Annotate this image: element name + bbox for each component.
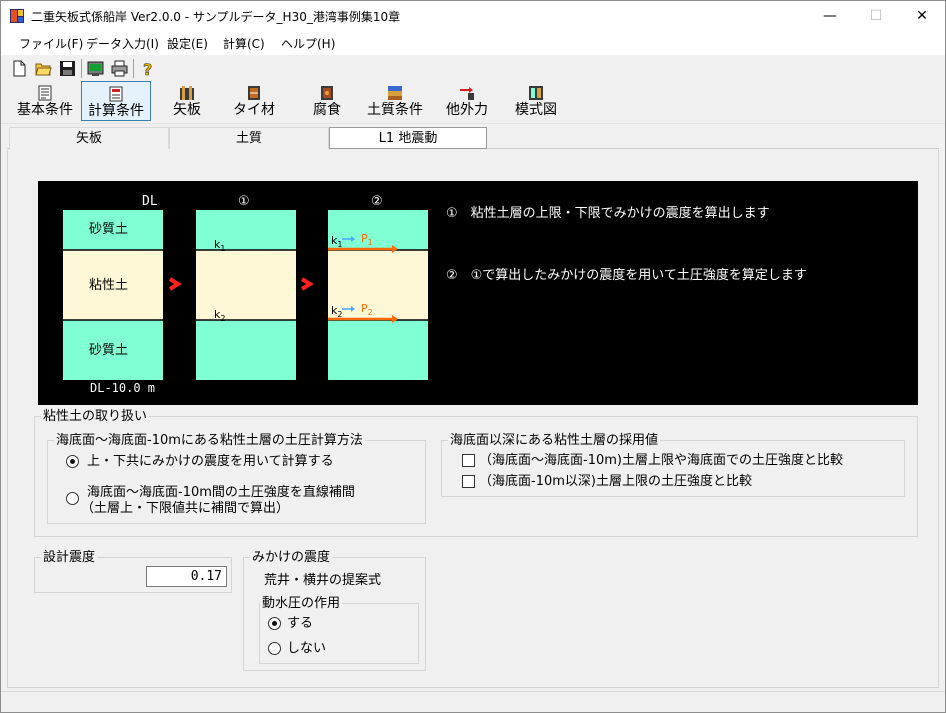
print-icon[interactable] [111,60,128,77]
schematic-label: 模式図 [515,102,557,118]
dl-top-label: DL [142,194,158,209]
sheet-pile-button[interactable]: 矢板 [167,81,207,121]
radio-hydro-no-label[interactable]: しない [287,641,326,656]
schematic-button[interactable]: 模式図 [511,81,561,121]
apparent-seismic-title: みかけの震度 [250,550,333,565]
radio-hydro-no[interactable] [268,642,281,655]
col2-sand-bottom [196,320,296,380]
checkbox-compare-upper-label[interactable]: （海底面～海底面-10m)土層上限や海底面での土圧強度と比較 [479,453,843,468]
app-icon [10,9,24,23]
k1-label-col3: k1 [331,234,343,250]
col3-sand-top [328,210,428,250]
calc-sheet-icon [109,86,123,102]
calc-conditions-label: 計算条件 [88,103,144,119]
sand-label-top: 砂質土 [89,222,129,237]
tie-rod-label: タイ材 [233,102,275,118]
p1-label: P1 [361,232,373,248]
checkbox-compare-upper[interactable] [462,454,475,467]
arrow-right-icon [168,277,182,291]
window-title: 二重矢板式係船岸 Ver2.0.0 - サンプルデータ_H30_港湾事例集10章 [31,10,401,24]
menu-data-input[interactable]: データ入力(I) [86,35,159,52]
radio-linear-interpolation[interactable] [66,492,79,505]
menu-calculate[interactable]: 計算(C) [223,35,265,52]
tab-strip: 矢板 土質 L1 地震動 [7,127,939,149]
soil-icon [388,86,402,100]
main-toolbar: 基本条件 計算条件 矢板 タイ材 腐食 土質条件 他外力 模式図 [1,81,945,124]
sand-label-bottom: 砂質土 [89,343,129,358]
radio-hydro-yes[interactable] [268,617,281,630]
diagram-note-1: ① 粘性土層の上限・下限でみかけの震度を算出します [446,206,770,221]
radio-linear-interpolation-sublabel: （土層上・下限値共に補間で算出） [81,501,290,516]
small-toolbar: ? [1,55,945,81]
checkbox-compare-deep-label[interactable]: （海底面-10m以深)土層上限の土圧強度と比較 [479,474,752,489]
clay-handling-title: 粘性土の取り扱い [41,409,150,424]
k1-label-col2: k1 [214,238,226,254]
schematic-icon [529,86,543,100]
radio-apparent-seismic[interactable] [66,455,79,468]
status-bar [1,691,945,712]
menu-bar: ファイル(F) データ入力(I) 設定(E) 計算(C) ヘルプ(H) [1,31,945,55]
checkbox-compare-deep[interactable] [462,475,475,488]
diagram-note-2: ② ①で算出したみかけの震度を用いて土圧強度を算定します [446,268,807,283]
document-icon [38,85,52,101]
title-bar: 二重矢板式係船岸 Ver2.0.0 - サンプルデータ_H30_港湾事例集10章… [1,1,945,31]
soil-conditions-label: 土質条件 [367,102,423,118]
basic-conditions-label: 基本条件 [17,102,73,118]
open-folder-icon[interactable] [35,60,52,77]
svg-text:?: ? [143,60,152,77]
seismic-diagram: DL ① ② 砂質土 粘性土 砂質土 DL-10.0 m k1 k2 k1 P1… [38,181,918,405]
method-title: 海底面～海底面-10mにある粘性土層の土圧計算方法 [54,433,365,448]
menu-file[interactable]: ファイル(F) [19,35,83,52]
clay-label: 粘性土 [89,278,129,293]
calculator-icon[interactable] [87,60,104,77]
tie-rod-button[interactable]: タイ材 [229,81,279,121]
sheet-pile-label: 矢板 [173,102,201,118]
radio-hydro-yes-label[interactable]: する [287,616,313,631]
design-seismic-input[interactable] [146,566,227,587]
col3-sand-bottom [328,320,428,380]
app-window: 二重矢板式係船岸 Ver2.0.0 - サンプルデータ_H30_港湾事例集10章… [0,0,946,713]
corrosion-button[interactable]: 腐食 [307,81,347,121]
save-icon[interactable] [59,60,76,77]
help-icon[interactable]: ? [139,60,156,77]
col2-sand-top [196,210,296,250]
radio-apparent-seismic-label[interactable]: 上・下共にみかけの震度を用いて計算する [87,454,334,469]
menu-help[interactable]: ヘルプ(H) [281,35,335,52]
hydrodynamic-group: 動水圧の作用 [259,596,419,664]
tie-rod-icon [248,86,260,100]
col2-number: ① [238,194,250,209]
new-file-icon[interactable] [11,60,28,77]
maximize-button[interactable]: ☐ [853,1,899,31]
minimize-button[interactable]: — [807,1,853,31]
k2-label-col2: k2 [214,308,226,324]
basic-conditions-button[interactable]: 基本条件 [11,81,79,121]
close-button[interactable]: ✕ [899,1,945,31]
p2-label: P2 [361,302,373,318]
apparent-seismic-formula: 荒井・横井の提案式 [264,573,382,588]
dl-bottom-label: DL-10.0 m [90,381,156,395]
sheet-pile-icon [180,86,194,100]
tab-l1-earthquake[interactable]: L1 地震動 [329,127,487,149]
toolbar-separator [133,59,134,78]
radio-linear-interpolation-label[interactable]: 海底面～海底面-10m間の土圧強度を直線補間 [87,485,355,500]
k2-label-col3: k2 [331,304,343,320]
soil-conditions-button[interactable]: 土質条件 [363,81,427,121]
corrosion-icon [321,86,333,100]
arrow-right-icon [300,277,314,291]
col3-number: ② [371,194,383,209]
menu-settings[interactable]: 設定(E) [167,35,208,52]
external-force-label: 他外力 [446,102,488,118]
col2-clay [196,250,296,320]
design-seismic-title: 設計震度 [41,550,98,565]
calc-conditions-button[interactable]: 計算条件 [81,81,151,121]
tab-sheet-pile[interactable]: 矢板 [9,127,169,149]
external-force-button[interactable]: 他外力 [443,81,491,121]
toolbar-separator [81,59,82,78]
corrosion-label: 腐食 [313,102,341,118]
adopted-value-title: 海底面以深にある粘性土層の採用値 [448,433,661,448]
tab-soil[interactable]: 土質 [169,127,329,149]
hydrodynamic-title: 動水圧の作用 [260,596,343,611]
external-force-icon [460,87,474,100]
